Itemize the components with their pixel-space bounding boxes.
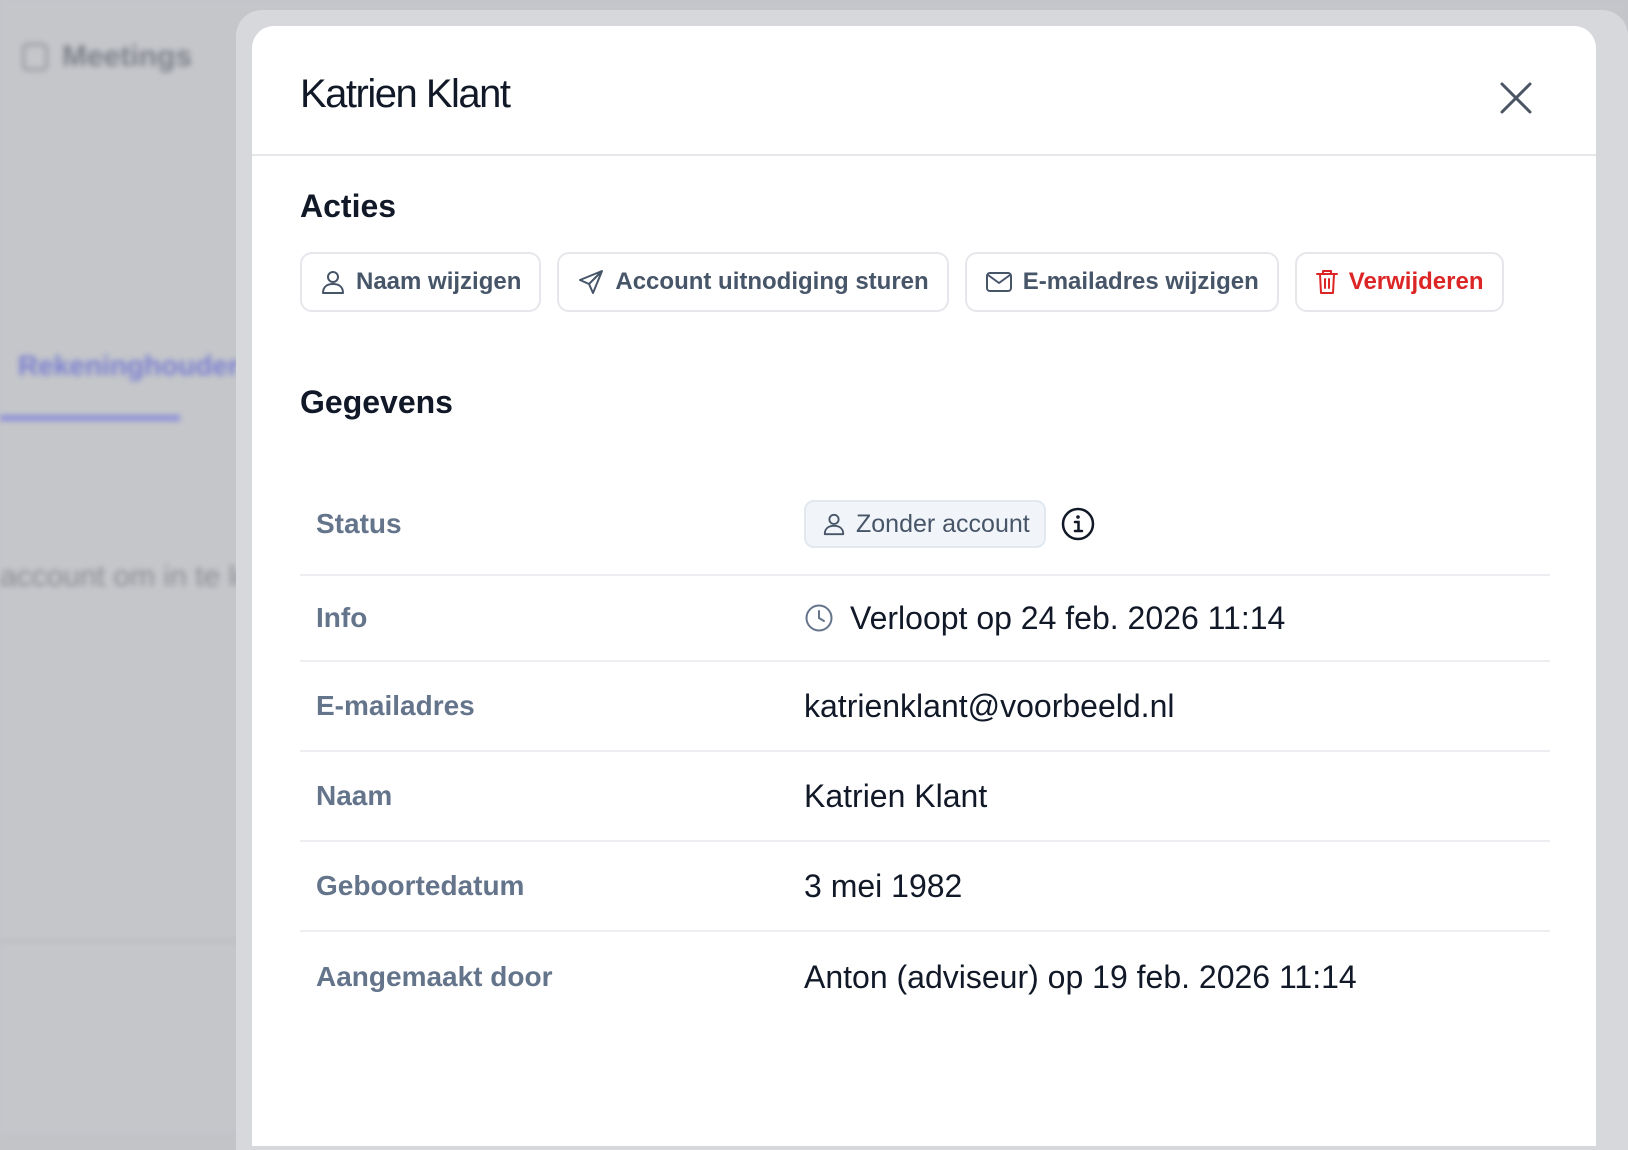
email-label: E-mailadres: [316, 690, 475, 721]
details-row-status: Status Zonder account: [300, 474, 1550, 576]
close-icon: [1500, 82, 1532, 114]
background-app-title: Meetings: [22, 40, 192, 74]
details-section-title: Gegevens: [300, 384, 453, 420]
details-row-birthdate: Geboortedatum 3 mei 1982: [300, 842, 1550, 932]
calendar-icon: [22, 43, 48, 71]
birthdate-label: Geboortedatum: [316, 870, 525, 901]
name-label: Naam: [316, 780, 393, 811]
change-email-button[interactable]: E-mailadres wijzigen: [964, 252, 1279, 312]
email-value: katrienklant@voorbeeld.nl: [804, 687, 1175, 724]
send-icon: [579, 270, 604, 294]
info-value: Verloopt op 24 feb. 2026 11:14: [804, 600, 1285, 637]
change-name-button[interactable]: Naam wijzigen: [300, 252, 542, 312]
actions-section-title: Acties: [300, 188, 397, 224]
info-label: Info: [316, 602, 368, 633]
customer-detail-modal: Katrien Klant Acties Naam wijzigen Accou…: [252, 26, 1596, 1146]
status-value: Zonder account: [804, 500, 1096, 548]
trash-icon: [1315, 270, 1338, 294]
status-badge: Zonder account: [804, 500, 1046, 548]
details-row-created-by: Aangemaakt door Anton (adviseur) op 19 f…: [300, 932, 1550, 1022]
modal-header: Katrien Klant: [252, 26, 1596, 156]
status-info-button[interactable]: [1060, 506, 1096, 542]
info-icon: [1061, 507, 1094, 541]
close-button[interactable]: [1496, 78, 1536, 118]
background-tab-indicator: [0, 415, 180, 421]
actions-bar: Naam wijzigen Account uitnodiging sturen…: [300, 252, 1504, 312]
send-account-invitation-button[interactable]: Account uitnodiging sturen: [557, 252, 949, 312]
birthdate-value: 3 mei 1982: [804, 867, 963, 904]
user-icon: [322, 271, 344, 294]
details-row-name: Naam Katrien Klant: [300, 752, 1550, 842]
status-label: Status: [316, 508, 402, 539]
name-value: Katrien Klant: [804, 777, 988, 814]
delete-button[interactable]: Verwijderen: [1294, 252, 1504, 312]
created-by-value: Anton (adviseur) op 19 feb. 2026 11:14: [804, 958, 1357, 995]
created-by-label: Aangemaakt door: [316, 961, 553, 992]
user-icon: [823, 513, 845, 536]
details-row-info: Info Verloopt op 24 feb. 2026 11:14: [300, 576, 1550, 662]
details-row-email: E-mailadres katrienklant@voorbeeld.nl: [300, 662, 1550, 752]
details-list: Status Zonder account Info Verloopt op 2…: [300, 474, 1550, 1022]
background-tab: Rekeninghouders: [18, 350, 255, 381]
mail-icon: [985, 272, 1012, 292]
background-text: account om in te lo: [0, 560, 252, 593]
background-divider: [0, 940, 240, 942]
modal-title: Katrien Klant: [300, 72, 511, 116]
clock-icon: [805, 604, 833, 632]
